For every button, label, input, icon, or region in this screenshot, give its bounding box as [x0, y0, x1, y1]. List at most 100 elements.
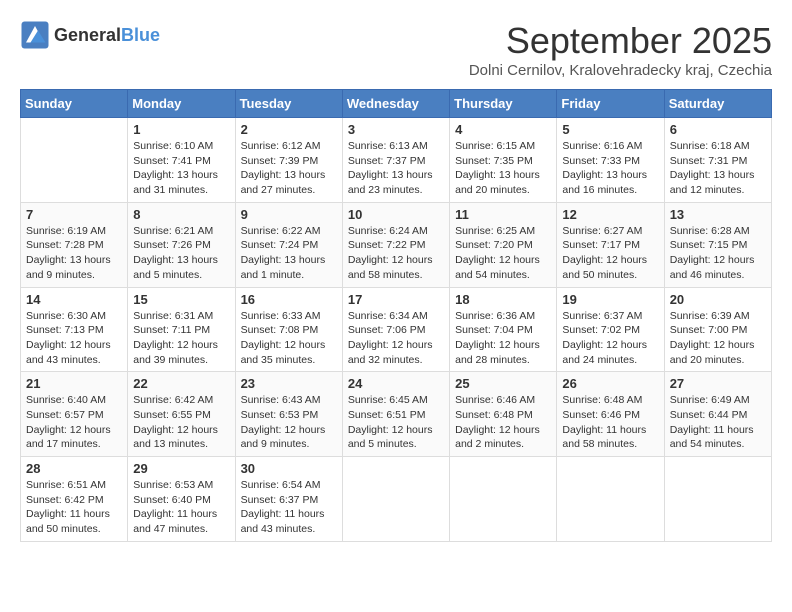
day-number: 6 [670, 122, 766, 137]
day-info: Sunrise: 6:45 AM Sunset: 6:51 PM Dayligh… [348, 393, 444, 452]
calendar-cell: 29Sunrise: 6:53 AM Sunset: 6:40 PM Dayli… [128, 457, 235, 542]
day-number: 3 [348, 122, 444, 137]
calendar-cell: 28 Sunrise: 6:51 AM Sunset: 6:42 PM Dayli… [21, 457, 128, 542]
day-info: Sunrise: 6:42 AM Sunset: 6:55 PM Dayligh… [133, 393, 229, 452]
calendar-cell [342, 457, 449, 542]
day-number: 21 [26, 376, 122, 391]
title-block: September 2025 Dolni Cernilov, Kralovehr… [469, 20, 772, 79]
day-number: 24 [348, 376, 444, 391]
day-info: Sunrise: 6:30 AM Sunset: 7:13 PM Dayligh… [26, 309, 122, 368]
calendar-cell: 10 Sunrise: 6:24 AM Sunset: 7:22 PM Dayli… [342, 202, 449, 287]
calendar-cell: 16 Sunrise: 6:33 AM Sunset: 7:08 PM Dayli… [235, 287, 342, 372]
day-info: Sunrise: 6:36 AM Sunset: 7:04 PM Dayligh… [455, 309, 551, 368]
calendar-cell [21, 118, 128, 203]
day-number: 11 [455, 207, 551, 222]
calendar-cell: 12 Sunrise: 6:27 AM Sunset: 7:17 PM Dayli… [557, 202, 664, 287]
calendar-cell: 8 Sunrise: 6:21 AM Sunset: 7:26 PM Daylig… [128, 202, 235, 287]
day-number: 23 [241, 376, 337, 391]
day-info: Sunrise: 6:39 AM Sunset: 7:00 PM Dayligh… [670, 309, 766, 368]
day-info: Sunrise: 6:31 AM Sunset: 7:11 PM Dayligh… [133, 309, 229, 368]
day-number: 2 [241, 122, 337, 137]
calendar-table: SundayMondayTuesdayWednesdayThursdayFrid… [20, 89, 772, 542]
day-info: Sunrise: 6:18 AM Sunset: 7:31 PM Dayligh… [670, 139, 766, 198]
day-number: 25 [455, 376, 551, 391]
day-number: 30 [241, 461, 337, 476]
day-info: Sunrise: 6:43 AM Sunset: 6:53 PM Dayligh… [241, 393, 337, 452]
calendar-cell: 14 Sunrise: 6:30 AM Sunset: 7:13 PM Dayli… [21, 287, 128, 372]
day-number: 17 [348, 292, 444, 307]
day-info: Sunrise: 6:21 AM Sunset: 7:26 PM Dayligh… [133, 224, 229, 283]
calendar-week-5: 28 Sunrise: 6:51 AM Sunset: 6:42 PM Dayli… [21, 457, 772, 542]
calendar-cell: 9Sunrise: 6:22 AM Sunset: 7:24 PM Daylig… [235, 202, 342, 287]
logo-icon [20, 20, 50, 50]
calendar-cell: 7Sunrise: 6:19 AM Sunset: 7:28 PM Daylig… [21, 202, 128, 287]
day-info: Sunrise: 6:49 AM Sunset: 6:44 PM Dayligh… [670, 393, 766, 452]
day-info: Sunrise: 6:10 AM Sunset: 7:41 PM Dayligh… [133, 139, 229, 198]
calendar-cell [557, 457, 664, 542]
day-number: 8 [133, 207, 229, 222]
day-number: 5 [562, 122, 658, 137]
day-info: Sunrise: 6:40 AM Sunset: 6:57 PM Dayligh… [26, 393, 122, 452]
day-number: 1 [133, 122, 229, 137]
day-number: 16 [241, 292, 337, 307]
calendar-cell [450, 457, 557, 542]
day-number: 10 [348, 207, 444, 222]
calendar-cell: 4 Sunrise: 6:15 AM Sunset: 7:35 PM Daylig… [450, 118, 557, 203]
logo-general: General [54, 25, 121, 46]
day-number: 18 [455, 292, 551, 307]
calendar-cell: 21 Sunrise: 6:40 AM Sunset: 6:57 PM Dayli… [21, 372, 128, 457]
day-number: 15 [133, 292, 229, 307]
header-sunday: Sunday [21, 90, 128, 118]
day-number: 20 [670, 292, 766, 307]
day-info: Sunrise: 6:51 AM Sunset: 6:42 PM Dayligh… [26, 478, 122, 537]
calendar-cell: 27 Sunrise: 6:49 AM Sunset: 6:44 PM Dayli… [664, 372, 771, 457]
header-wednesday: Wednesday [342, 90, 449, 118]
day-info: Sunrise: 6:22 AM Sunset: 7:24 PM Dayligh… [241, 224, 337, 283]
calendar-cell: 30 Sunrise: 6:54 AM Sunset: 6:37 PM Dayli… [235, 457, 342, 542]
header-thursday: Thursday [450, 90, 557, 118]
logo-blue: Blue [121, 25, 160, 46]
header-tuesday: Tuesday [235, 90, 342, 118]
calendar-cell: 22 Sunrise: 6:42 AM Sunset: 6:55 PM Dayli… [128, 372, 235, 457]
day-info: Sunrise: 6:15 AM Sunset: 7:35 PM Dayligh… [455, 139, 551, 198]
day-info: Sunrise: 6:54 AM Sunset: 6:37 PM Dayligh… [241, 478, 337, 537]
calendar-cell [664, 457, 771, 542]
calendar-cell: 2 Sunrise: 6:12 AM Sunset: 7:39 PM Daylig… [235, 118, 342, 203]
day-info: Sunrise: 6:48 AM Sunset: 6:46 PM Dayligh… [562, 393, 658, 452]
calendar-week-1: 1 Sunrise: 6:10 AM Sunset: 7:41 PM Daylig… [21, 118, 772, 203]
day-number: 28 [26, 461, 122, 476]
calendar-cell: 11 Sunrise: 6:25 AM Sunset: 7:20 PM Dayli… [450, 202, 557, 287]
day-number: 27 [670, 376, 766, 391]
day-info: Sunrise: 6:27 AM Sunset: 7:17 PM Dayligh… [562, 224, 658, 283]
calendar-cell: 5 Sunrise: 6:16 AM Sunset: 7:33 PM Daylig… [557, 118, 664, 203]
day-info: Sunrise: 6:24 AM Sunset: 7:22 PM Dayligh… [348, 224, 444, 283]
calendar-cell: 26 Sunrise: 6:48 AM Sunset: 6:46 PM Dayli… [557, 372, 664, 457]
day-number: 4 [455, 122, 551, 137]
day-number: 12 [562, 207, 658, 222]
calendar-cell: 15 Sunrise: 6:31 AM Sunset: 7:11 PM Dayli… [128, 287, 235, 372]
day-info: Sunrise: 6:28 AM Sunset: 7:15 PM Dayligh… [670, 224, 766, 283]
day-number: 7 [26, 207, 122, 222]
day-info: Sunrise: 6:12 AM Sunset: 7:39 PM Dayligh… [241, 139, 337, 198]
day-number: 14 [26, 292, 122, 307]
header-saturday: Saturday [664, 90, 771, 118]
day-info: Sunrise: 6:46 AM Sunset: 6:48 PM Dayligh… [455, 393, 551, 452]
day-number: 26 [562, 376, 658, 391]
calendar-week-3: 14 Sunrise: 6:30 AM Sunset: 7:13 PM Dayli… [21, 287, 772, 372]
day-info: Sunrise: 6:25 AM Sunset: 7:20 PM Dayligh… [455, 224, 551, 283]
calendar-cell: 6 Sunrise: 6:18 AM Sunset: 7:31 PM Daylig… [664, 118, 771, 203]
month-title: September 2025 [469, 20, 772, 62]
calendar-cell: 18 Sunrise: 6:36 AM Sunset: 7:04 PM Dayli… [450, 287, 557, 372]
logo: General Blue [20, 20, 160, 50]
day-info: Sunrise: 6:34 AM Sunset: 7:06 PM Dayligh… [348, 309, 444, 368]
day-number: 29 [133, 461, 229, 476]
calendar-cell: 23 Sunrise: 6:43 AM Sunset: 6:53 PM Dayli… [235, 372, 342, 457]
calendar-week-2: 7Sunrise: 6:19 AM Sunset: 7:28 PM Daylig… [21, 202, 772, 287]
day-number: 19 [562, 292, 658, 307]
day-info: Sunrise: 6:16 AM Sunset: 7:33 PM Dayligh… [562, 139, 658, 198]
calendar-cell: 13Sunrise: 6:28 AM Sunset: 7:15 PM Dayli… [664, 202, 771, 287]
day-number: 22 [133, 376, 229, 391]
day-info: Sunrise: 6:33 AM Sunset: 7:08 PM Dayligh… [241, 309, 337, 368]
calendar-cell: 19 Sunrise: 6:37 AM Sunset: 7:02 PM Dayli… [557, 287, 664, 372]
day-info: Sunrise: 6:37 AM Sunset: 7:02 PM Dayligh… [562, 309, 658, 368]
